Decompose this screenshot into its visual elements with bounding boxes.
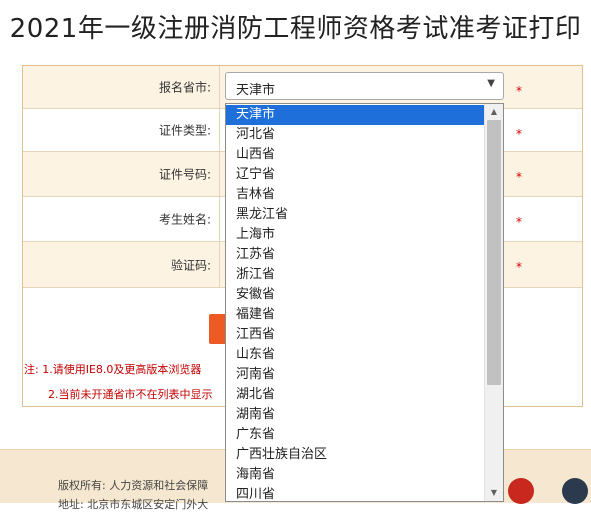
dropdown-option[interactable]: 上海市 — [226, 225, 484, 245]
chevron-down-icon: ▼ — [487, 78, 495, 89]
dropdown-option[interactable]: 辽宁省 — [226, 165, 484, 185]
dropdown-option[interactable]: 海南省 — [226, 465, 484, 485]
footer-copyright: 版权所有: 人力资源和社会保障 — [58, 479, 209, 492]
police-emblem-icon — [562, 478, 588, 504]
dropdown-option[interactable]: 山东省 — [226, 345, 484, 365]
dropdown-option[interactable]: 安徽省 — [226, 285, 484, 305]
footer-address: 地址: 北京市东城区安定门外大 — [58, 498, 209, 511]
required-mark: * — [516, 215, 522, 229]
dropdown-option-selected[interactable]: 天津市 — [226, 105, 484, 125]
captcha-label: 验证码: — [170, 258, 211, 272]
dropdown-option[interactable]: 黑龙江省 — [226, 205, 484, 225]
name-label: 考生姓名: — [158, 212, 211, 227]
page-title: 2021年一级注册消防工程师资格考试准考证打印 — [9, 14, 582, 44]
dropdown-option[interactable]: 湖南省 — [226, 405, 484, 425]
province-label: 报名省市: — [158, 80, 211, 95]
note-province: 2.当前未开通省市不在列表中显示 — [48, 388, 213, 401]
dropdown-option[interactable]: 福建省 — [226, 305, 484, 325]
id-type-label: 证件类型: — [158, 123, 211, 138]
scrollbar-thumb[interactable] — [487, 120, 501, 385]
dropdown-option[interactable]: 山西省 — [226, 145, 484, 165]
note-browser: 注: 1.请使用IE8.0及更高版本浏览器 — [24, 363, 202, 376]
required-mark: * — [516, 170, 522, 184]
dropdown-option[interactable]: 江西省 — [226, 325, 484, 345]
province-select[interactable]: 天津市 ▼ — [225, 72, 504, 100]
dropdown-scrollbar[interactable]: ▲ ▼ — [484, 104, 503, 501]
dropdown-option[interactable]: 吉林省 — [226, 185, 484, 205]
province-select-value: 天津市 — [236, 83, 276, 98]
dropdown-option[interactable]: 广东省 — [226, 425, 484, 445]
id-number-label: 证件号码: — [158, 167, 211, 182]
query-button[interactable] — [209, 314, 225, 344]
required-mark: * — [516, 260, 522, 274]
province-dropdown-list[interactable]: 天津市 河北省 山西省 辽宁省 吉林省 黑龙江省 上海市 江苏省 浙江省 安徽省… — [225, 103, 504, 502]
dropdown-option[interactable]: 河北省 — [226, 125, 484, 145]
national-emblem-icon — [508, 478, 534, 504]
required-mark: * — [516, 84, 522, 98]
dropdown-option[interactable]: 浙江省 — [226, 265, 484, 285]
scroll-down-arrow-icon[interactable]: ▼ — [485, 485, 503, 501]
dropdown-option[interactable]: 广西壮族自治区 — [226, 445, 484, 465]
dropdown-option[interactable]: 四川省 — [226, 485, 484, 501]
scroll-up-arrow-icon[interactable]: ▲ — [485, 104, 503, 120]
dropdown-option[interactable]: 江苏省 — [226, 245, 484, 265]
dropdown-option[interactable]: 湖北省 — [226, 385, 484, 405]
required-mark: * — [516, 127, 522, 141]
dropdown-option[interactable]: 河南省 — [226, 365, 484, 385]
